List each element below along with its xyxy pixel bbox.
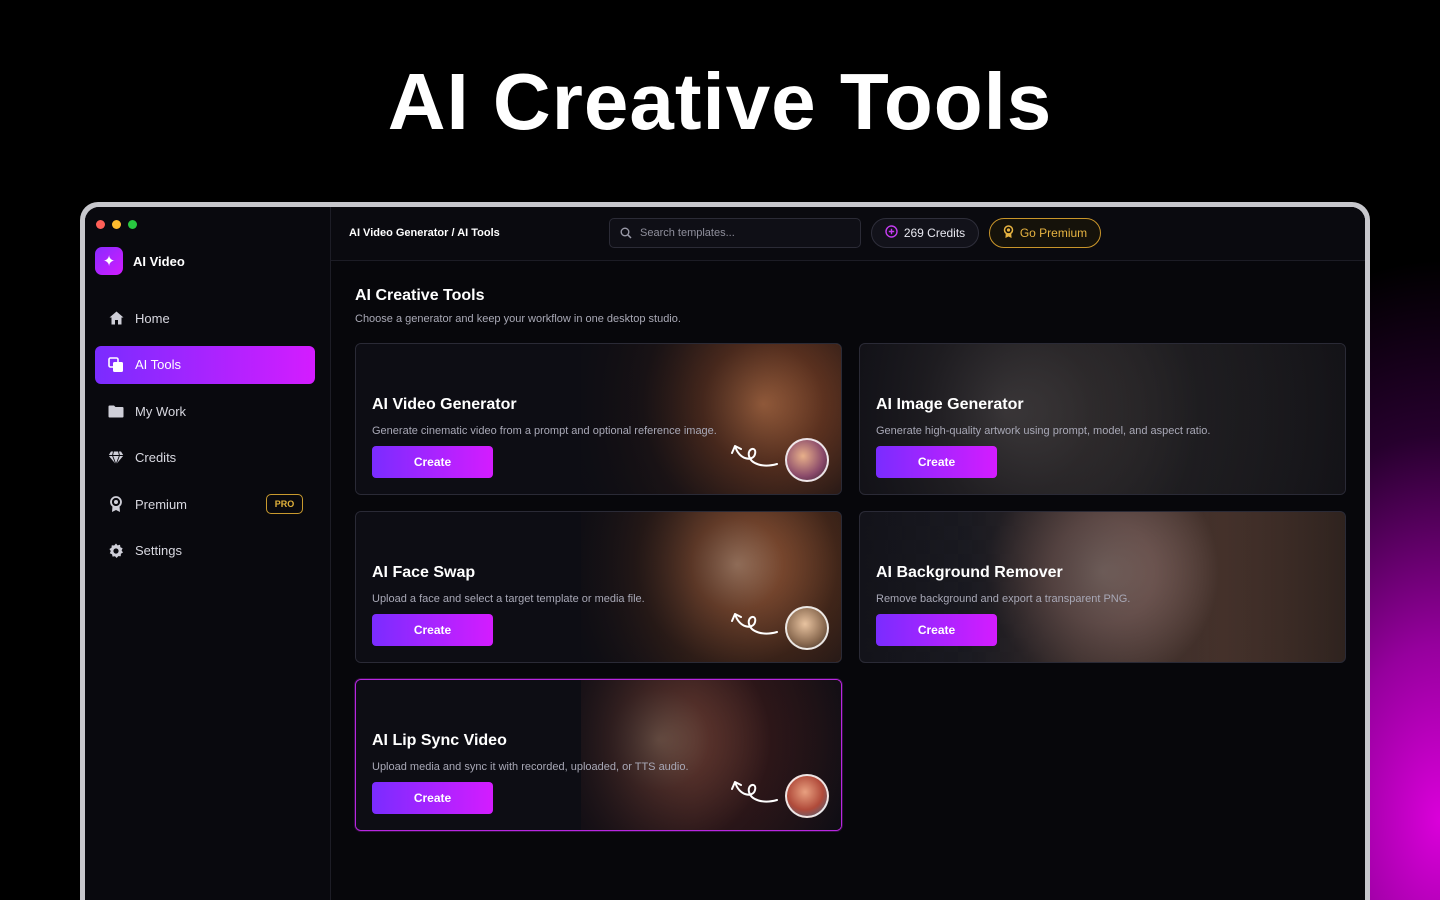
content: AI Creative Tools Choose a generator and… bbox=[355, 287, 1346, 831]
curly-arrow-icon bbox=[731, 613, 778, 635]
brand-name: AI Video bbox=[133, 253, 185, 269]
tool-card-lip-sync[interactable]: AI Lip Sync Video Upload media and sync … bbox=[355, 679, 842, 831]
sidebar-item-my-work[interactable]: My Work bbox=[95, 392, 315, 430]
search-box[interactable] bbox=[609, 218, 861, 248]
create-button[interactable]: Create bbox=[876, 614, 997, 646]
maximize-window-button[interactable] bbox=[128, 220, 137, 229]
search-input[interactable] bbox=[640, 227, 840, 239]
window-controls bbox=[96, 220, 137, 229]
sidebar-item-label: Credits bbox=[135, 450, 177, 465]
topbar: AI Video Generator / AI Tools 269 Credit… bbox=[331, 207, 1365, 261]
sidebar-item-label: My Work bbox=[135, 403, 187, 419]
tool-card-video-generator[interactable]: AI Video Generator Generate cinematic vi… bbox=[355, 343, 842, 495]
go-premium-button[interactable]: Go Premium bbox=[989, 218, 1101, 248]
page-title: AI Creative Tools bbox=[355, 287, 485, 304]
diamond-icon bbox=[107, 449, 125, 467]
sidebar-nav: Home AI Tools My Work Credits Premium PR… bbox=[95, 299, 315, 578]
hero-title: AI Creative Tools bbox=[387, 57, 1053, 146]
plus-circle-icon bbox=[885, 225, 898, 241]
gear-icon bbox=[107, 542, 125, 560]
app-window: ✦ AI Video Home AI Tools My Work Credits… bbox=[85, 207, 1365, 900]
minimize-window-button[interactable] bbox=[112, 220, 121, 229]
card-description: Generate high-quality artwork using prom… bbox=[876, 425, 1211, 437]
tool-card-face-swap[interactable]: AI Face Swap Upload a face and select a … bbox=[355, 511, 842, 663]
sidebar-item-premium[interactable]: Premium PRO bbox=[95, 485, 315, 523]
sidebar-item-ai-tools[interactable]: AI Tools bbox=[95, 345, 315, 384]
sidebar-item-label: Premium bbox=[135, 496, 188, 512]
create-button[interactable]: Create bbox=[372, 446, 493, 478]
curly-arrow-icon bbox=[731, 781, 778, 803]
page-subtitle: Choose a generator and keep your workflo… bbox=[355, 313, 681, 325]
card-title: AI Face Swap bbox=[372, 564, 476, 581]
home-icon bbox=[107, 309, 125, 327]
badge-icon bbox=[107, 495, 125, 513]
tools-icon bbox=[107, 356, 125, 374]
sidebar-item-settings[interactable]: Settings bbox=[95, 532, 315, 570]
main-area: AI Video Generator / AI Tools 269 Credit… bbox=[331, 207, 1365, 900]
card-description: Remove background and export a transpare… bbox=[876, 593, 1131, 605]
sidebar: ✦ AI Video Home AI Tools My Work Credits… bbox=[85, 207, 331, 900]
search-icon bbox=[620, 227, 632, 239]
badge-icon bbox=[1003, 224, 1014, 242]
create-button[interactable]: Create bbox=[372, 782, 493, 814]
tool-card-image-generator[interactable]: AI Image Generator Generate high-quality… bbox=[859, 343, 1346, 495]
card-title: AI Video Generator bbox=[372, 396, 517, 413]
card-title: AI Lip Sync Video bbox=[372, 732, 507, 749]
create-button[interactable]: Create bbox=[372, 614, 493, 646]
credits-count: 269 Credits bbox=[903, 226, 966, 240]
sidebar-item-credits[interactable]: Credits bbox=[95, 439, 315, 477]
brand[interactable]: ✦ AI Video bbox=[95, 247, 185, 275]
avatar-thumbnail bbox=[785, 774, 829, 818]
avatar-thumbnail bbox=[785, 438, 829, 482]
go-premium-label: Go Premium bbox=[1019, 226, 1088, 240]
avatar-thumbnail bbox=[785, 606, 829, 650]
create-button[interactable]: Create bbox=[876, 446, 997, 478]
curly-arrow-icon bbox=[731, 445, 778, 467]
sidebar-item-label: AI Tools bbox=[135, 357, 182, 372]
close-window-button[interactable] bbox=[96, 220, 105, 229]
app-window-frame: ✦ AI Video Home AI Tools My Work Credits… bbox=[80, 202, 1370, 900]
breadcrumb: AI Video Generator / AI Tools bbox=[349, 227, 500, 239]
card-title: AI Background Remover bbox=[876, 564, 1063, 581]
folder-icon bbox=[107, 402, 125, 420]
sparkle-logo-icon: ✦ bbox=[95, 247, 123, 275]
sidebar-item-label: Home bbox=[135, 310, 170, 326]
tool-card-background-remover[interactable]: AI Background Remover Remove background … bbox=[859, 511, 1346, 663]
sidebar-item-label: Settings bbox=[135, 543, 182, 558]
pro-badge: PRO bbox=[266, 494, 303, 514]
credits-pill[interactable]: 269 Credits bbox=[871, 218, 979, 248]
card-title: AI Image Generator bbox=[876, 396, 1024, 413]
sidebar-item-home[interactable]: Home bbox=[95, 299, 315, 337]
tools-grid: AI Video Generator Generate cinematic vi… bbox=[355, 343, 1346, 831]
